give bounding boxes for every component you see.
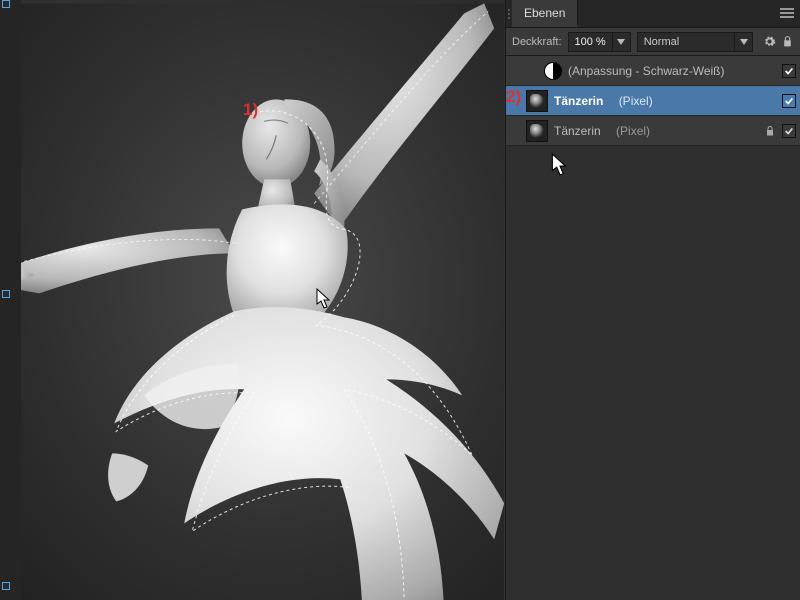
layer-name: Tänzerin [554, 94, 603, 108]
opacity-value: 100 % [569, 36, 612, 48]
visibility-checkbox[interactable] [782, 64, 796, 78]
layer-options-bar: Deckkraft: 100 % Normal [506, 28, 800, 56]
cursor-icon [316, 288, 332, 310]
blend-mode-value: Normal [644, 36, 679, 48]
layer-name: Tänzerin [554, 124, 601, 138]
layers-panel: Ebenen Deckkraft: 100 % Normal (Anpassun… [505, 0, 800, 600]
layer-row-adjustment[interactable]: (Anpassung - Schwarz-Weiß) [506, 56, 800, 86]
layer-type: (Pixel) [619, 94, 653, 108]
layer-type: (Pixel) [616, 124, 650, 138]
layer-row-taenzerin-selected[interactable]: Tänzerin (Pixel) [506, 86, 800, 116]
transform-handle-bl[interactable] [2, 582, 10, 590]
blend-mode-field[interactable]: Normal [637, 32, 753, 52]
layer-thumb-pixel-icon [526, 120, 548, 142]
tab-layers[interactable]: Ebenen [512, 0, 578, 27]
canvas-area[interactable]: 1) [0, 0, 505, 600]
canvas-image-dancer [21, 3, 504, 600]
cursor-icon [551, 153, 569, 177]
lock-icon [764, 125, 776, 137]
layer-name: (Anpassung - Schwarz-Weiß) [568, 64, 725, 78]
layer-row-taenzerin-locked[interactable]: Tänzerin (Pixel) [506, 116, 800, 146]
layer-thumb-pixel-icon [526, 90, 548, 112]
annotation-1: 1) [243, 100, 258, 120]
annotation-2: 2) [506, 87, 521, 107]
transform-handle-ml[interactable] [2, 290, 10, 298]
layer-thumb-adjustment-icon [544, 62, 562, 80]
dropdown-arrow-icon[interactable] [612, 33, 630, 51]
dropdown-arrow-icon[interactable] [734, 33, 752, 51]
gear-icon[interactable] [763, 35, 776, 48]
panel-tab-bar: Ebenen [506, 0, 800, 28]
opacity-field[interactable]: 100 % [568, 32, 631, 52]
layer-list: (Anpassung - Schwarz-Weiß) Tänzerin (Pix… [506, 56, 800, 146]
opacity-label: Deckkraft: [512, 36, 562, 48]
panel-menu-icon[interactable] [780, 8, 794, 20]
transform-handle-tl[interactable] [2, 0, 10, 8]
visibility-checkbox[interactable] [782, 124, 796, 138]
visibility-checkbox[interactable] [782, 94, 796, 108]
document-boundary [21, 0, 505, 600]
lock-icon[interactable] [781, 35, 794, 48]
